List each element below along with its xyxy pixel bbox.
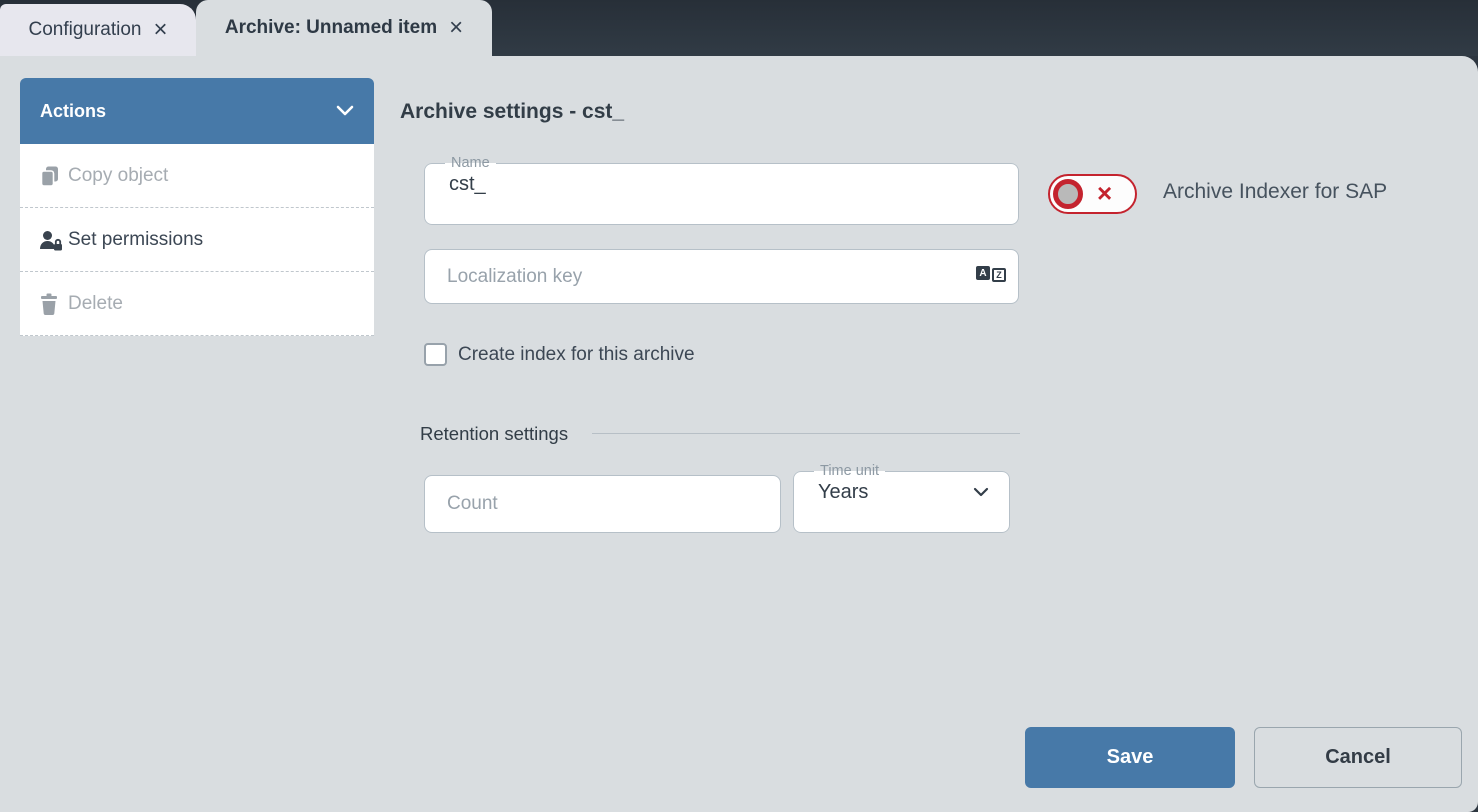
archive-indexer-toggle[interactable]: ×: [1048, 174, 1137, 214]
tab-archive-label: Archive: Unnamed item: [225, 17, 437, 39]
create-index-label: Create index for this archive: [458, 344, 695, 366]
localization-key-field: A Z: [424, 249, 1019, 304]
sidebar-item-set-permissions[interactable]: Set permissions: [20, 208, 374, 272]
count-field: [424, 475, 781, 533]
retention-section-label: Retention settings: [420, 423, 568, 444]
sidebar-item-copy-object: Copy object: [20, 144, 374, 208]
tab-configuration[interactable]: Configuration ×: [0, 4, 196, 56]
trash-icon: [38, 292, 68, 316]
sidebar-item-label: Delete: [68, 293, 123, 315]
sidebar-item-delete: Delete: [20, 272, 374, 336]
tab-configuration-label: Configuration: [28, 19, 141, 41]
actions-header-label: Actions: [40, 101, 106, 122]
name-input[interactable]: [437, 171, 1006, 208]
time-unit-value: Years: [818, 481, 868, 504]
archive-settings-panel: Actions Copy object: [0, 56, 1478, 812]
archive-indexer-label: Archive Indexer for SAP: [1163, 180, 1387, 204]
create-index-checkbox[interactable]: [424, 343, 447, 366]
chevron-down-icon: [973, 487, 989, 498]
translate-icon-a: A: [976, 266, 990, 280]
chevron-down-icon: [336, 105, 354, 117]
create-index-row: Create index for this archive: [424, 343, 695, 366]
actions-sidebar: Actions Copy object: [20, 78, 374, 336]
toggle-knob: [1053, 179, 1083, 209]
toggle-off-icon: ×: [1097, 180, 1112, 206]
actions-header[interactable]: Actions: [20, 78, 374, 144]
name-field-label: Name: [445, 155, 496, 171]
tab-configuration-close-icon[interactable]: ×: [154, 18, 168, 42]
count-input[interactable]: [425, 476, 780, 532]
name-field: Name: [424, 155, 1019, 225]
translate-icon: A Z: [976, 266, 1006, 282]
localization-key-input[interactable]: [425, 250, 1018, 303]
cancel-button[interactable]: Cancel: [1254, 727, 1462, 788]
user-lock-icon: [38, 228, 68, 252]
copy-icon: [38, 164, 68, 188]
tab-archive-close-icon[interactable]: ×: [449, 16, 463, 40]
tab-bar: Configuration × Archive: Unnamed item ×: [0, 0, 1478, 56]
translate-icon-z: Z: [992, 268, 1006, 282]
save-button[interactable]: Save: [1025, 727, 1235, 788]
retention-section-header: Retention settings: [420, 423, 1020, 443]
tab-archive-unnamed-item[interactable]: Archive: Unnamed item ×: [196, 0, 492, 56]
time-unit-label: Time unit: [814, 463, 885, 479]
page-title: Archive settings - cst_: [400, 100, 624, 124]
sidebar-item-label: Copy object: [68, 165, 168, 187]
section-divider: [592, 433, 1020, 434]
sidebar-item-label: Set permissions: [68, 229, 203, 251]
time-unit-field[interactable]: Time unit Years: [793, 463, 1010, 533]
